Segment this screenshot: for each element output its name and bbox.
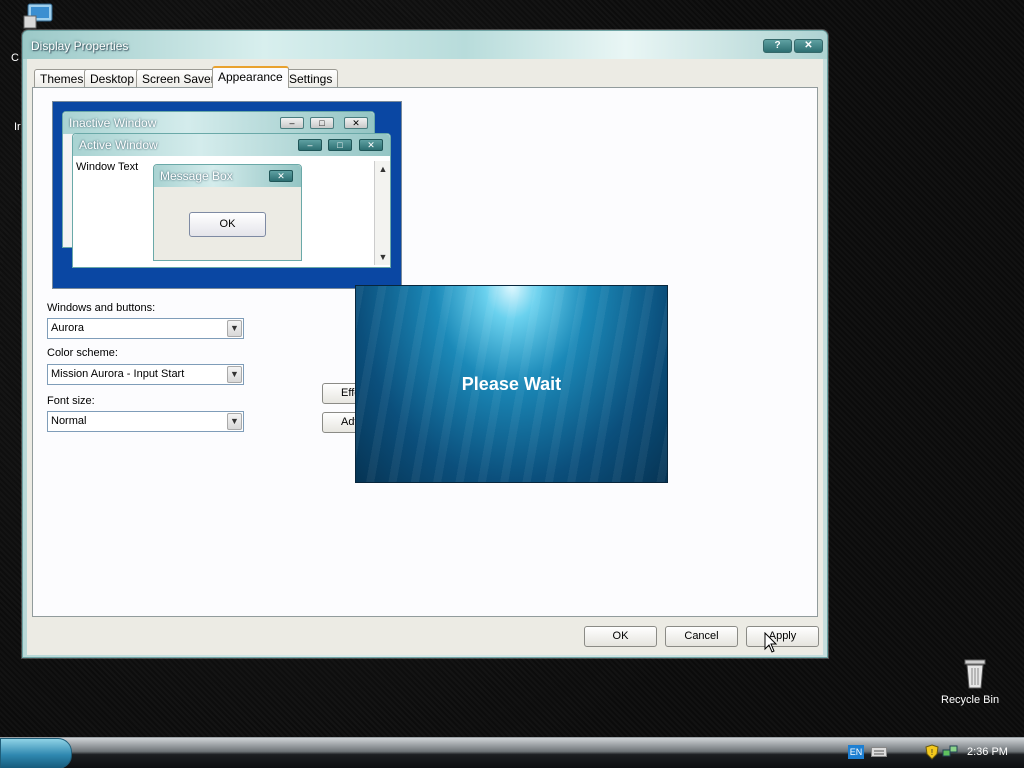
message-box-title: Message Box	[160, 169, 233, 183]
chevron-down-icon[interactable]: ▼	[227, 320, 242, 337]
windows-buttons-value: Aurora	[51, 322, 85, 334]
window-title: Display Properties	[31, 39, 129, 53]
ok-button[interactable]: OK	[584, 626, 657, 647]
color-scheme-select[interactable]: Mission Aurora - Input Start ▼	[47, 364, 244, 385]
clock[interactable]: 2:36 PM	[967, 746, 1008, 758]
scroll-up-icon: ▲	[378, 164, 388, 174]
close-button[interactable]: ✕	[794, 39, 823, 53]
windows-buttons-label: Windows and buttons:	[47, 302, 156, 314]
svg-text:!: !	[931, 748, 933, 757]
tab-screen-saver[interactable]: Screen Saver	[136, 69, 221, 88]
inactive-maximize-icon: □	[310, 117, 334, 129]
inactive-close-icon: ✕	[344, 117, 368, 129]
start-button[interactable]	[0, 738, 72, 768]
tab-themes[interactable]: Themes	[34, 69, 90, 88]
preview-ok-button: OK	[189, 212, 266, 237]
active-close-icon: ✕	[359, 139, 383, 151]
my-computer-icon[interactable]	[22, 2, 56, 30]
recycle-bin-icon[interactable]	[962, 658, 988, 690]
recycle-bin-label[interactable]: Recycle Bin	[941, 694, 999, 706]
active-window-title: Active Window	[79, 138, 158, 152]
please-wait-text: Please Wait	[461, 374, 562, 394]
font-size-select[interactable]: Normal ▼	[47, 411, 244, 432]
language-indicator[interactable]: EN	[848, 745, 864, 759]
color-scheme-value: Mission Aurora - Input Start	[51, 368, 185, 380]
scroll-down-icon: ▼	[378, 252, 388, 262]
active-maximize-icon: □	[328, 139, 352, 151]
apply-button[interactable]: Apply	[746, 626, 819, 647]
active-minimize-icon: –	[298, 139, 322, 151]
help-button[interactable]: ?	[763, 39, 792, 53]
chevron-down-icon[interactable]: ▼	[227, 413, 242, 430]
mouse-pointer-icon	[764, 632, 778, 653]
internet-label[interactable]: Ir	[14, 121, 21, 133]
inactive-window-title: Inactive Window	[69, 116, 157, 130]
tab-desktop[interactable]: Desktop	[84, 69, 141, 88]
please-wait-splash: Please Wait	[355, 285, 668, 483]
chevron-down-icon[interactable]: ▼	[227, 366, 242, 383]
my-computer-label[interactable]: C	[11, 52, 19, 64]
cancel-button[interactable]: Cancel	[665, 626, 738, 647]
active-title-bar: Active Window – □ ✕	[73, 134, 390, 156]
title-bar[interactable]: Display Properties ? ✕	[23, 31, 827, 59]
security-shield-icon[interactable]: !	[925, 744, 939, 760]
font-size-label: Font size:	[47, 395, 95, 407]
inactive-minimize-icon: –	[280, 117, 304, 129]
message-box-close-icon: ✕	[269, 170, 293, 182]
window-text-sample: Window Text	[76, 161, 139, 173]
inactive-title-bar: Inactive Window – □ ✕	[63, 112, 374, 134]
tab-settings[interactable]: Settings	[283, 69, 339, 88]
keyboard-icon[interactable]	[871, 746, 887, 758]
message-box-preview: Message Box ✕ OK	[153, 164, 302, 261]
font-size-value: Normal	[51, 415, 87, 427]
windows-buttons-select[interactable]: Aurora ▼	[47, 318, 244, 339]
preview-scrollbar: ▲ ▼	[374, 161, 390, 265]
tab-appearance[interactable]: Appearance	[212, 66, 289, 88]
color-scheme-label: Color scheme:	[47, 347, 118, 359]
message-box-title-bar: Message Box ✕	[154, 165, 301, 187]
appearance-preview: Inactive Window – □ ✕ Active Window – □ …	[52, 101, 402, 289]
network-icon[interactable]	[942, 744, 958, 760]
